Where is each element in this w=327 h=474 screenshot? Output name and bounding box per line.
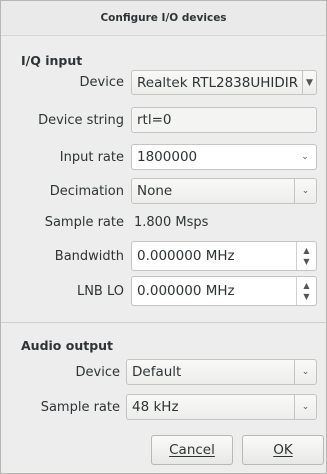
audio-sample-rate-select[interactable]: 48 kHz ⌄	[126, 394, 317, 420]
chevron-down-icon: ⌄	[294, 395, 316, 419]
audio-device-select[interactable]: Default ⌄	[126, 359, 317, 385]
device-string-label: Device string	[38, 113, 124, 128]
bandwidth-spinbox[interactable]: 0.000000 MHz ▲ ▼	[131, 241, 317, 271]
device-string-input[interactable]: rtl=0	[131, 107, 317, 133]
input-rate-combo[interactable]: 1800000 ⌄	[131, 144, 317, 170]
arrow-up-icon[interactable]: ▲	[303, 245, 309, 256]
ok-button-label: OK	[273, 442, 293, 458]
bandwidth-value: 0.000000 MHz	[137, 248, 235, 264]
input-rate-label: Input rate	[59, 150, 124, 165]
configure-io-dialog: Configure I/O devices I/Q input Device R…	[0, 0, 327, 474]
sample-rate-label: Sample rate	[44, 215, 124, 230]
bandwidth-label: Bandwidth	[54, 249, 124, 264]
cancel-button[interactable]: Cancel	[151, 435, 233, 465]
input-rate-value: 1800000	[137, 149, 198, 165]
audio-sample-rate-label: Sample rate	[40, 400, 120, 415]
audio-output-section-title: Audio output	[21, 338, 114, 353]
spin-arrows[interactable]: ▲ ▼	[296, 242, 316, 270]
sample-rate-value: 1.800 Msps	[134, 215, 209, 230]
spin-arrows[interactable]: ▲ ▼	[296, 277, 316, 305]
arrow-up-icon[interactable]: ▲	[303, 280, 309, 291]
decimation-label: Decimation	[49, 184, 124, 199]
chevron-down-icon: ⌄	[294, 179, 316, 203]
lnb-lo-spinbox[interactable]: 0.000000 MHz ▲ ▼	[131, 276, 317, 306]
iq-device-value: Realtek RTL2838UHIDIR	[137, 74, 299, 91]
window-title: Configure I/O devices	[1, 1, 326, 36]
audio-device-label: Device	[75, 365, 120, 380]
arrow-down-icon[interactable]: ▼	[303, 291, 309, 302]
cancel-button-label: Cancel	[169, 442, 215, 458]
decimation-value: None	[137, 183, 173, 199]
chevron-down-icon: ▼	[302, 71, 316, 94]
lnb-lo-label: LNB LO	[76, 284, 124, 299]
iq-input-section-title: I/Q input	[21, 53, 83, 68]
arrow-down-icon[interactable]: ▼	[303, 256, 309, 267]
section-divider	[1, 322, 326, 323]
chevron-down-icon[interactable]: ⌄	[294, 145, 316, 169]
iq-device-select[interactable]: Realtek RTL2838UHIDIR ▼	[131, 70, 317, 95]
audio-sample-rate-value: 48 kHz	[132, 399, 179, 415]
iq-device-label: Device	[79, 75, 124, 90]
ok-button[interactable]: OK	[242, 435, 324, 465]
chevron-down-icon: ⌄	[294, 360, 316, 384]
lnb-lo-value: 0.000000 MHz	[137, 283, 235, 299]
audio-device-value: Default	[132, 364, 182, 380]
decimation-select[interactable]: None ⌄	[131, 178, 317, 204]
